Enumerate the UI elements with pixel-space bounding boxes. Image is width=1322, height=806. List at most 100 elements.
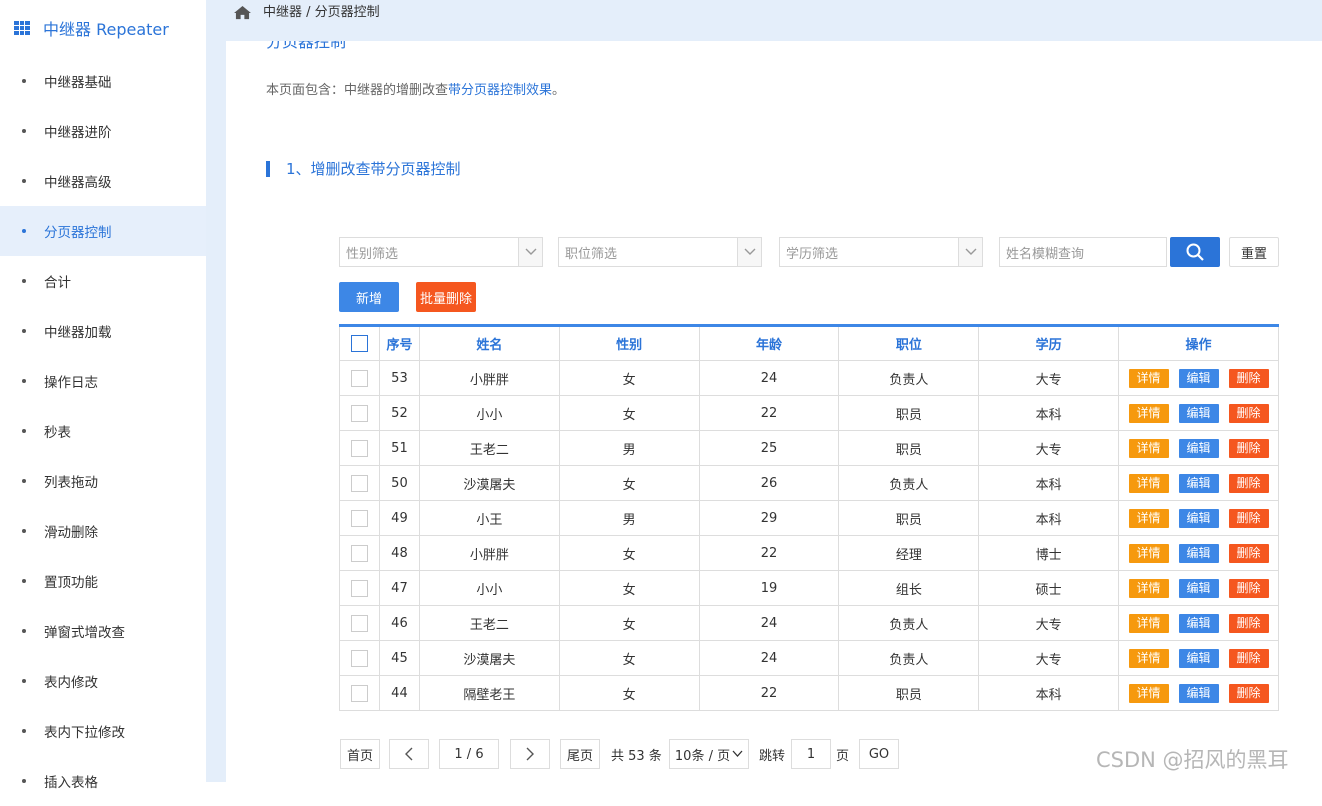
edit-button[interactable]: 编辑 [1178,543,1219,563]
name-search-placeholder: 姓名模糊查询 [1006,246,1085,262]
column-header-age[interactable]: 年龄 [698,325,840,361]
row-checkbox[interactable] [350,509,368,527]
edit-button[interactable]: 编辑 [1178,613,1219,633]
prev-page-button[interactable] [389,739,429,769]
cell-id: 53 [378,360,420,396]
per-page-select[interactable]: 10条 / 页 [669,739,749,769]
cell-name: 王老二 [418,605,560,641]
edit-button[interactable]: 编辑 [1178,508,1219,528]
delete-button[interactable]: 删除 [1228,648,1269,668]
sidebar-item-label: 表内下拉修改 [44,725,125,741]
next-page-button[interactable] [510,739,550,769]
name-search-input[interactable]: 姓名模糊查询 [999,237,1167,267]
first-page-button[interactable]: 首页 [340,739,380,769]
sidebar-item[interactable]: 秒表 [0,406,206,456]
gender-filter-select[interactable]: 性别筛选 [339,237,543,267]
watermark: CSDN @招风的黑耳 [1096,748,1289,772]
detail-button[interactable]: 详情 [1128,403,1169,423]
chevron-down-icon[interactable] [737,238,761,266]
column-header-education[interactable]: 学历 [978,325,1120,361]
edit-button[interactable]: 编辑 [1178,473,1219,493]
cell-actions: 详情 编辑 删除 [1118,570,1279,606]
edit-button[interactable]: 编辑 [1178,438,1219,458]
add-button[interactable]: 新增 [339,282,399,312]
delete-button[interactable]: 删除 [1228,473,1269,493]
row-checkbox[interactable] [350,614,368,632]
intro-link[interactable]: 带分页器控制效果 [448,83,552,98]
sidebar-item[interactable]: 弹窗式增改查 [0,606,206,656]
column-header-name[interactable]: 姓名 [418,325,560,361]
edit-button[interactable]: 编辑 [1178,403,1219,423]
row-checkbox[interactable] [350,439,368,457]
cell-name: 小胖胖 [418,535,560,571]
jump-page-input[interactable]: 1 [791,739,831,769]
delete-button[interactable]: 删除 [1228,438,1269,458]
sidebar-item[interactable]: 滑动删除 [0,506,206,556]
sidebar-item[interactable]: 中继器加载 [0,306,206,356]
edit-button[interactable]: 编辑 [1178,683,1219,703]
delete-button[interactable]: 删除 [1228,578,1269,598]
reset-button[interactable]: 重置 [1229,237,1279,267]
delete-button[interactable]: 删除 [1228,613,1269,633]
detail-button[interactable]: 详情 [1128,508,1169,528]
sidebar-item[interactable]: 合计 [0,256,206,306]
row-checkbox[interactable] [350,544,368,562]
delete-button[interactable]: 删除 [1228,508,1269,528]
sidebar-item[interactable]: 表内修改 [0,656,206,706]
cell-name: 王老二 [418,430,560,466]
cell-position: 职员 [838,395,980,431]
sidebar-item[interactable]: 操作日志 [0,356,206,406]
sidebar-item[interactable]: 中继器进阶 [0,106,206,156]
delete-button[interactable]: 删除 [1228,368,1269,388]
column-header-gender[interactable]: 性别 [558,325,700,361]
detail-button[interactable]: 详情 [1128,578,1169,598]
home-icon[interactable] [233,5,252,20]
detail-button[interactable]: 详情 [1128,543,1169,563]
go-button[interactable]: GO [859,739,899,769]
chevron-down-icon[interactable] [518,238,542,266]
row-checkbox[interactable] [350,404,368,422]
delete-button[interactable]: 删除 [1228,543,1269,563]
detail-button[interactable]: 详情 [1128,368,1169,388]
page-indicator: 1 / 6 [439,739,499,769]
education-filter-placeholder: 学历筛选 [786,246,839,262]
sidebar-item[interactable]: 中继器基础 [0,56,206,106]
last-page-button[interactable]: 尾页 [560,739,600,769]
position-filter-select[interactable]: 职位筛选 [558,237,762,267]
detail-button[interactable]: 详情 [1128,438,1169,458]
delete-button[interactable]: 删除 [1228,683,1269,703]
sidebar-title[interactable]: 中继器 Repeater [0,0,206,56]
detail-button[interactable]: 详情 [1128,613,1169,633]
sidebar-item[interactable]: 置顶功能 [0,556,206,606]
column-header-position[interactable]: 职位 [838,325,980,361]
sidebar-item[interactable]: 中继器高级 [0,156,206,206]
row-checkbox[interactable] [350,474,368,492]
edit-button[interactable]: 编辑 [1178,648,1219,668]
table-row: 48 小胖胖女 22 经理 博士 详情 编辑 删除 [339,535,1279,571]
detail-button[interactable]: 详情 [1128,648,1169,668]
column-header-id[interactable]: 序号 [378,325,420,361]
cell-age: 22 [698,675,840,711]
row-checkbox[interactable] [350,649,368,667]
sidebar-item[interactable]: 插入表格 [0,756,206,806]
row-checkbox[interactable] [350,684,368,702]
cell-name: 沙漠屠夫 [418,465,560,501]
sidebar-item[interactable]: 列表拖动 [0,456,206,506]
detail-button[interactable]: 详情 [1128,683,1169,703]
cell-id: 45 [378,640,420,676]
delete-button[interactable]: 删除 [1228,403,1269,423]
cell-age: 24 [698,640,840,676]
sidebar-item[interactable]: 表内下拉修改 [0,706,206,756]
batch-delete-button[interactable]: 批量删除 [416,282,476,312]
select-all-checkbox[interactable] [350,335,368,352]
row-checkbox[interactable] [350,369,368,387]
edit-button[interactable]: 编辑 [1178,578,1219,598]
search-button[interactable] [1170,237,1220,267]
sidebar-item[interactable]: 分页器控制 [0,206,206,256]
education-filter-select[interactable]: 学历筛选 [779,237,983,267]
chevron-down-icon[interactable] [958,238,982,266]
row-checkbox[interactable] [350,579,368,597]
detail-button[interactable]: 详情 [1128,473,1169,493]
cell-age: 24 [698,360,840,396]
edit-button[interactable]: 编辑 [1178,368,1219,388]
